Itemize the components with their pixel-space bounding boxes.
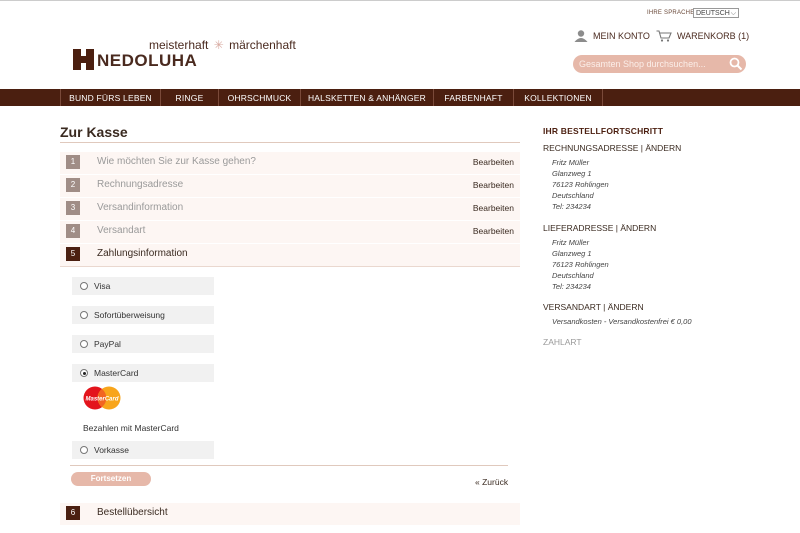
radio-button[interactable] xyxy=(80,311,88,319)
step-1[interactable]: 1 Wie möchten Sie zur Kasse gehen? Bearb… xyxy=(60,152,520,174)
back-link[interactable]: « Zurück xyxy=(475,477,508,487)
language-select[interactable]: DEUTSCH ⌵ xyxy=(693,8,739,18)
top-border xyxy=(0,0,800,1)
payment-option-mastercard[interactable]: MasterCard xyxy=(72,364,214,382)
radio-button[interactable] xyxy=(80,340,88,348)
edit-link[interactable]: Bearbeiten xyxy=(473,203,514,213)
step-label: Rechnungsadresse xyxy=(97,179,184,190)
step-number: 1 xyxy=(66,155,80,169)
shipping-line: Deutschland xyxy=(552,271,594,280)
nav-item-kollektionen[interactable]: KOLLEKTIONEN xyxy=(514,89,603,106)
shipping-line: Fritz Müller xyxy=(552,238,590,247)
page-title: Zur Kasse xyxy=(60,124,128,140)
step-2[interactable]: 2 Rechnungsadresse Bearbeiten xyxy=(60,175,520,197)
step-label: Wie möchten Sie zur Kasse gehen? xyxy=(97,156,256,167)
user-icon xyxy=(574,30,588,42)
mastercard-logo-text: MasterCard xyxy=(85,397,118,403)
step-number: 6 xyxy=(66,506,80,520)
step-5-active: 5 Zahlungsinformation xyxy=(60,244,520,267)
radio-button[interactable] xyxy=(80,282,88,290)
step-number: 5 xyxy=(66,247,80,261)
step-label: Zahlungsinformation xyxy=(97,248,188,259)
divider xyxy=(70,465,508,466)
language-label: IHRE SPRACHE: xyxy=(647,10,697,16)
step-3[interactable]: 3 Versandinformation Bearbeiten xyxy=(60,198,520,220)
billing-address-heading[interactable]: RECHNUNGSADRESSE | ÄNDERN xyxy=(543,143,681,153)
step-label: Versandinformation xyxy=(97,202,184,213)
sidebar-title: IHR BESTELLFORTSCHRITT xyxy=(543,126,664,136)
step-label: Bestellübersicht xyxy=(97,507,168,518)
billing-line: Tel: 234234 xyxy=(552,202,591,211)
cart-icon xyxy=(656,30,672,42)
billing-line: 76123 Rohlingen xyxy=(552,180,609,189)
search-bar xyxy=(573,55,746,73)
tagline: meisterhaft ✳ märchenhaft xyxy=(149,38,296,52)
billing-line: Fritz Müller xyxy=(552,158,590,167)
logo-text[interactable]: NEDOLUHA xyxy=(97,51,197,71)
cart-link[interactable]: WARENKORB (1) xyxy=(656,30,749,42)
radio-button-selected[interactable] xyxy=(80,369,88,377)
payment-option-visa[interactable]: Visa xyxy=(72,277,214,295)
step-number: 2 xyxy=(66,178,80,192)
billing-line: Deutschland xyxy=(552,191,594,200)
main-nav: BUND FÜRS LEBEN RINGE OHRSCHMUCK HALSKET… xyxy=(0,89,800,106)
logo-mark-icon[interactable] xyxy=(73,49,94,70)
shipping-line: Glanzweg 1 xyxy=(552,249,592,258)
edit-link[interactable]: Bearbeiten xyxy=(473,180,514,190)
step-6: 6 Bestellübersicht xyxy=(60,503,520,525)
edit-link[interactable]: Bearbeiten xyxy=(473,157,514,167)
shipping-method-heading[interactable]: VERSANDART | ÄNDERN xyxy=(543,302,644,312)
payment-label: MasterCard xyxy=(94,368,139,378)
tagline-right: märchenhaft xyxy=(229,38,296,52)
payment-method-heading: ZAHLART xyxy=(543,337,582,347)
shipping-method-line: Versandkosten - Versandkostenfrei € 0,00 xyxy=(552,317,692,326)
step-number: 4 xyxy=(66,224,80,238)
account-link[interactable]: MEIN KONTO xyxy=(574,30,650,42)
payment-option-vorkasse[interactable]: Vorkasse xyxy=(72,441,214,459)
nav-item-farbenhaft[interactable]: FARBENHAFT xyxy=(434,89,514,106)
radio-button[interactable] xyxy=(80,446,88,454)
shipping-address-heading[interactable]: LIEFERADRESSE | ÄNDERN xyxy=(543,223,656,233)
shipping-line: Tel: 234234 xyxy=(552,282,591,291)
language-value: DEUTSCH xyxy=(696,10,730,17)
step-4[interactable]: 4 Versandart Bearbeiten xyxy=(60,221,520,243)
payment-option-sofort[interactable]: Sofortüberweisung xyxy=(72,306,214,324)
payment-option-paypal[interactable]: PayPal xyxy=(72,335,214,353)
billing-line: Glanzweg 1 xyxy=(552,169,592,178)
account-label: MEIN KONTO xyxy=(593,31,650,41)
search-icon[interactable] xyxy=(729,57,743,71)
payment-label: Vorkasse xyxy=(94,445,129,455)
nav-item-ohrschmuck[interactable]: OHRSCHMUCK xyxy=(219,89,301,106)
cart-label: WARENKORB (1) xyxy=(677,31,750,41)
chevron-down-icon: ⌵ xyxy=(730,10,736,17)
divider xyxy=(60,142,520,143)
mastercard-note: Bezahlen mit MasterCard xyxy=(83,423,179,433)
star-icon: ✳ xyxy=(213,38,224,52)
edit-link[interactable]: Bearbeiten xyxy=(473,226,514,236)
continue-button[interactable]: Fortsetzen xyxy=(71,472,151,486)
step-number: 3 xyxy=(66,201,80,215)
mastercard-logo-icon: MasterCard xyxy=(83,386,121,410)
search-input[interactable] xyxy=(579,57,724,71)
nav-item-ringe[interactable]: RINGE xyxy=(161,89,219,106)
nav-item-bund[interactable]: BUND FÜRS LEBEN xyxy=(60,89,161,106)
step-label: Versandart xyxy=(97,225,146,236)
payment-label: Visa xyxy=(94,281,111,291)
payment-label: Sofortüberweisung xyxy=(94,310,165,320)
payment-label: PayPal xyxy=(94,339,121,349)
tagline-left: meisterhaft xyxy=(149,38,209,52)
shipping-line: 76123 Rohlingen xyxy=(552,260,609,269)
nav-item-halsketten[interactable]: HALSKETTEN & ANHÄNGER xyxy=(301,89,434,106)
